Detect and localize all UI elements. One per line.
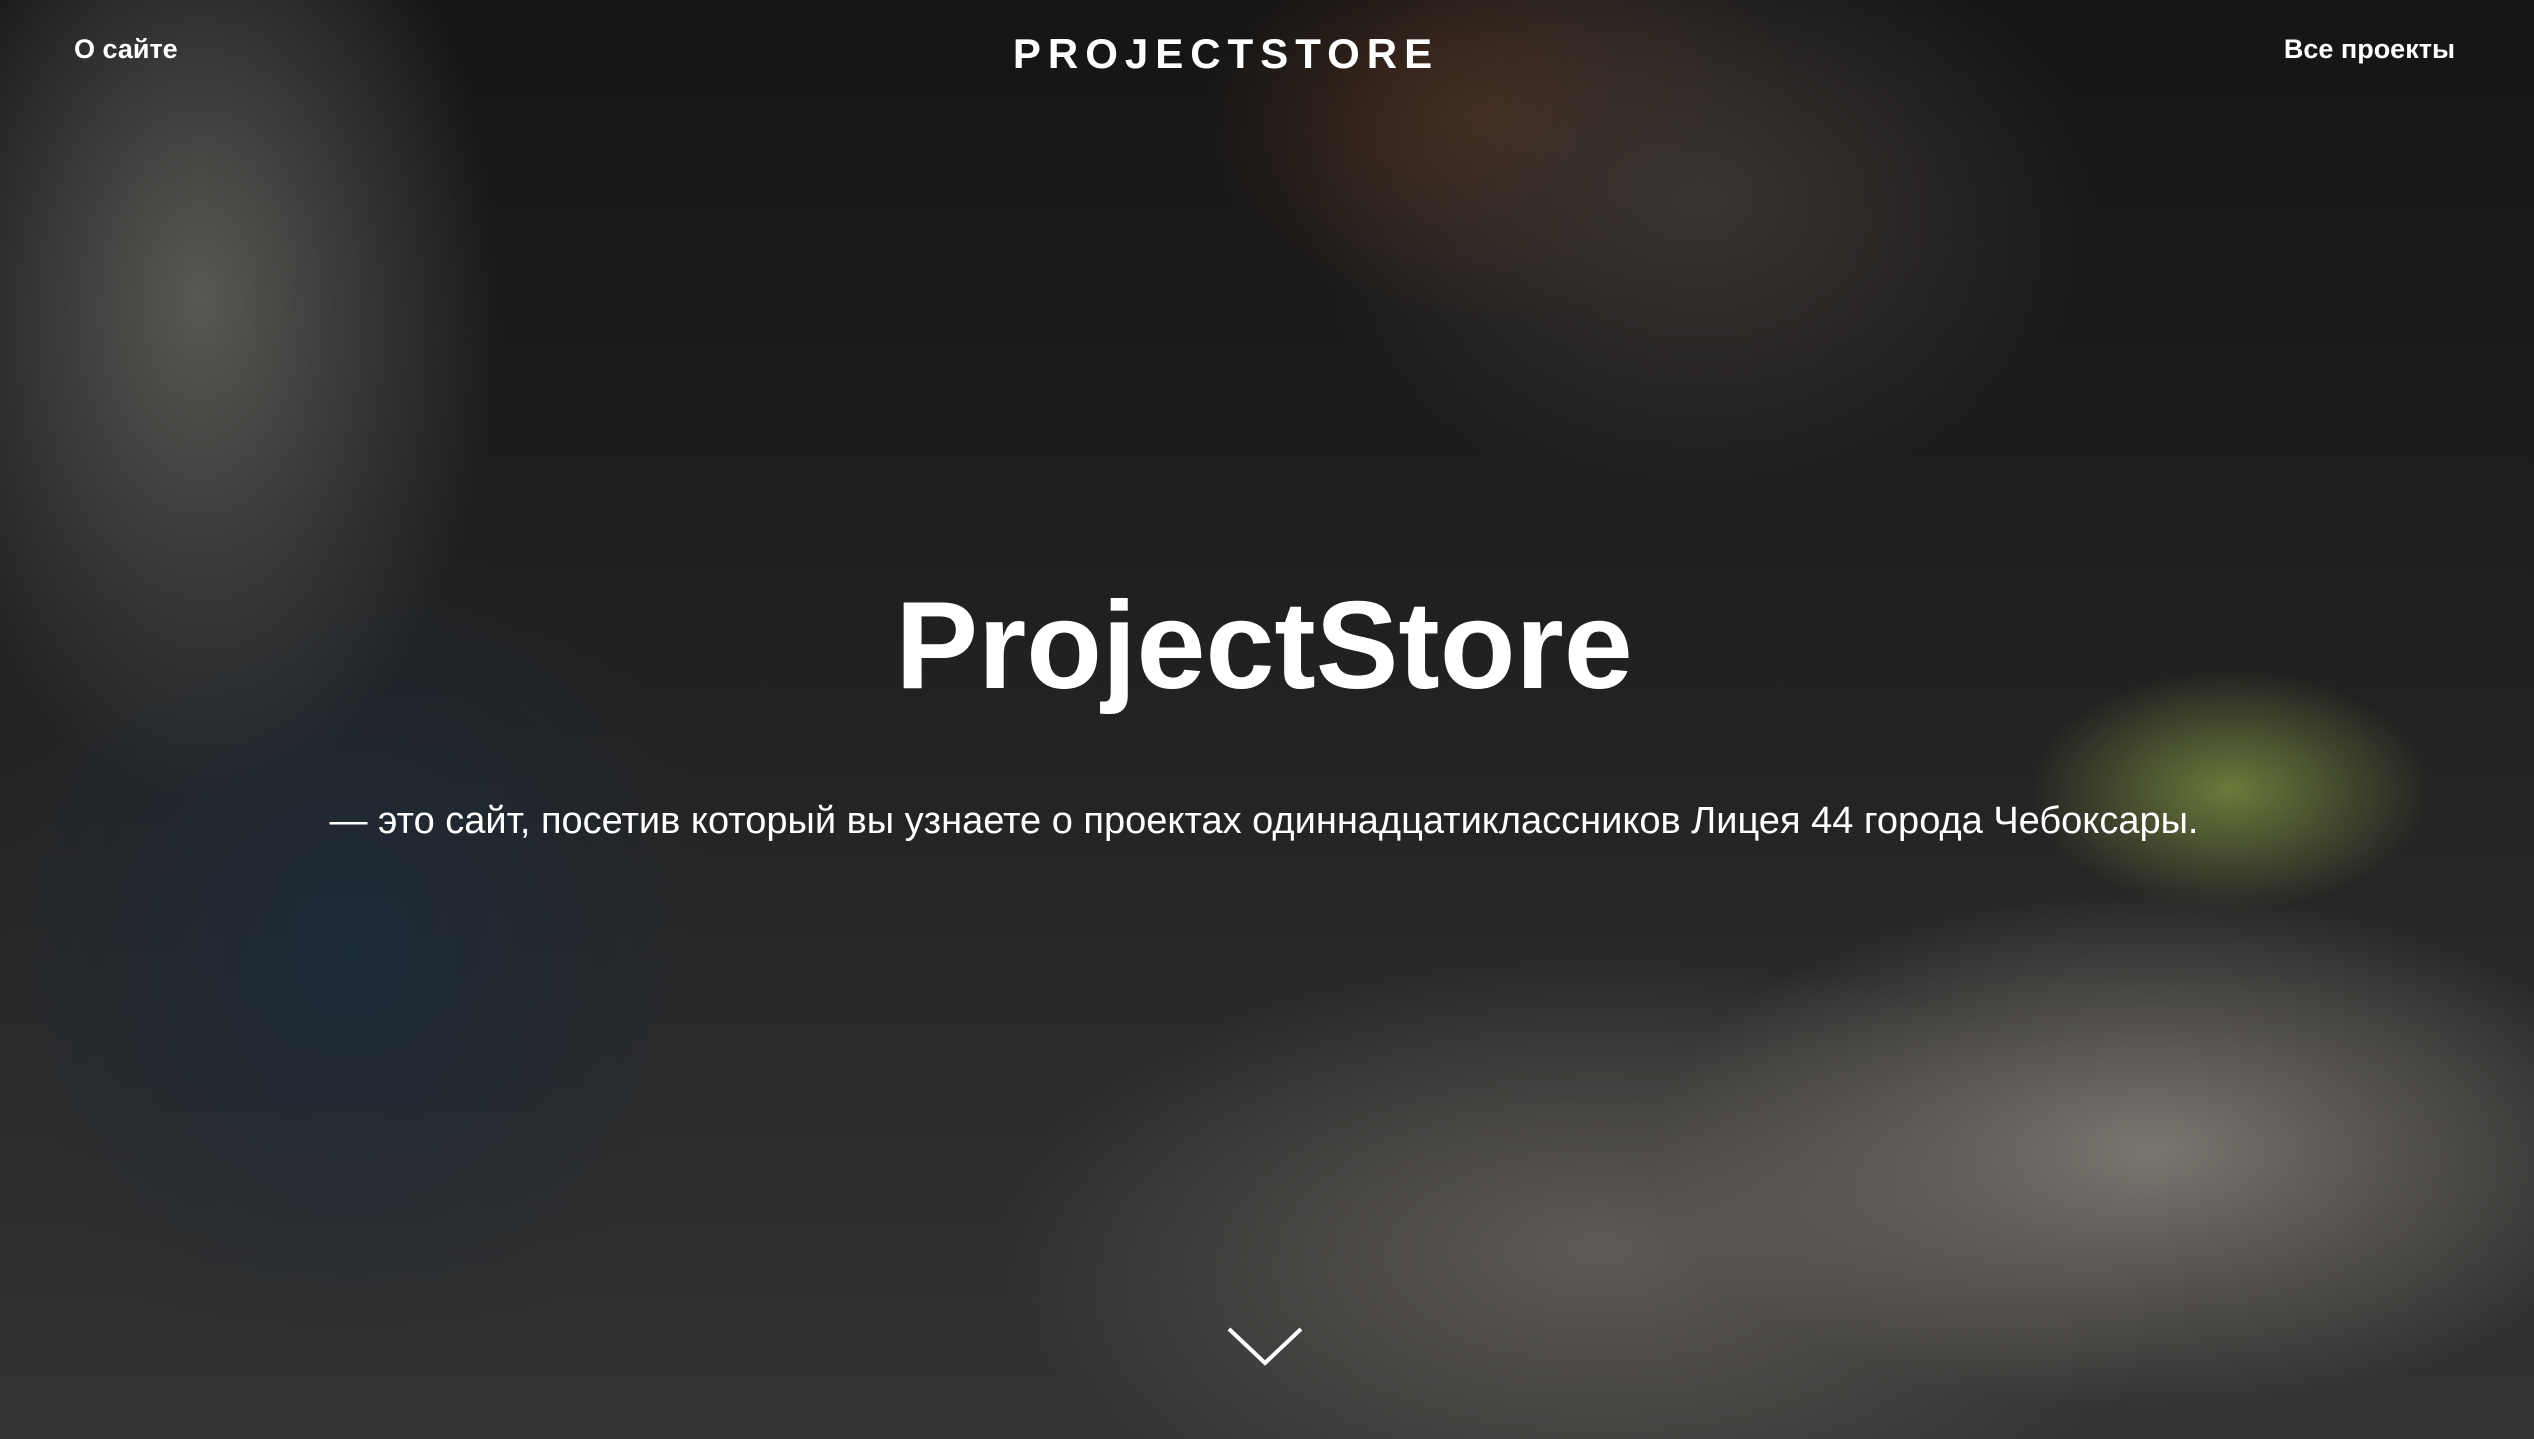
- hero-background-image: [0, 0, 2534, 1439]
- chevron-down-icon: [1227, 1327, 1303, 1366]
- hero-subtitle: — это сайт, посетив который вы узнаете о…: [329, 800, 2199, 842]
- hero-title: ProjectStore: [895, 577, 1633, 715]
- site-logo[interactable]: PROJECTSTORE: [0, 30, 2452, 78]
- nav-all-projects-link[interactable]: Все проекты: [2284, 34, 2455, 65]
- scroll-down-button[interactable]: [1226, 1325, 1304, 1367]
